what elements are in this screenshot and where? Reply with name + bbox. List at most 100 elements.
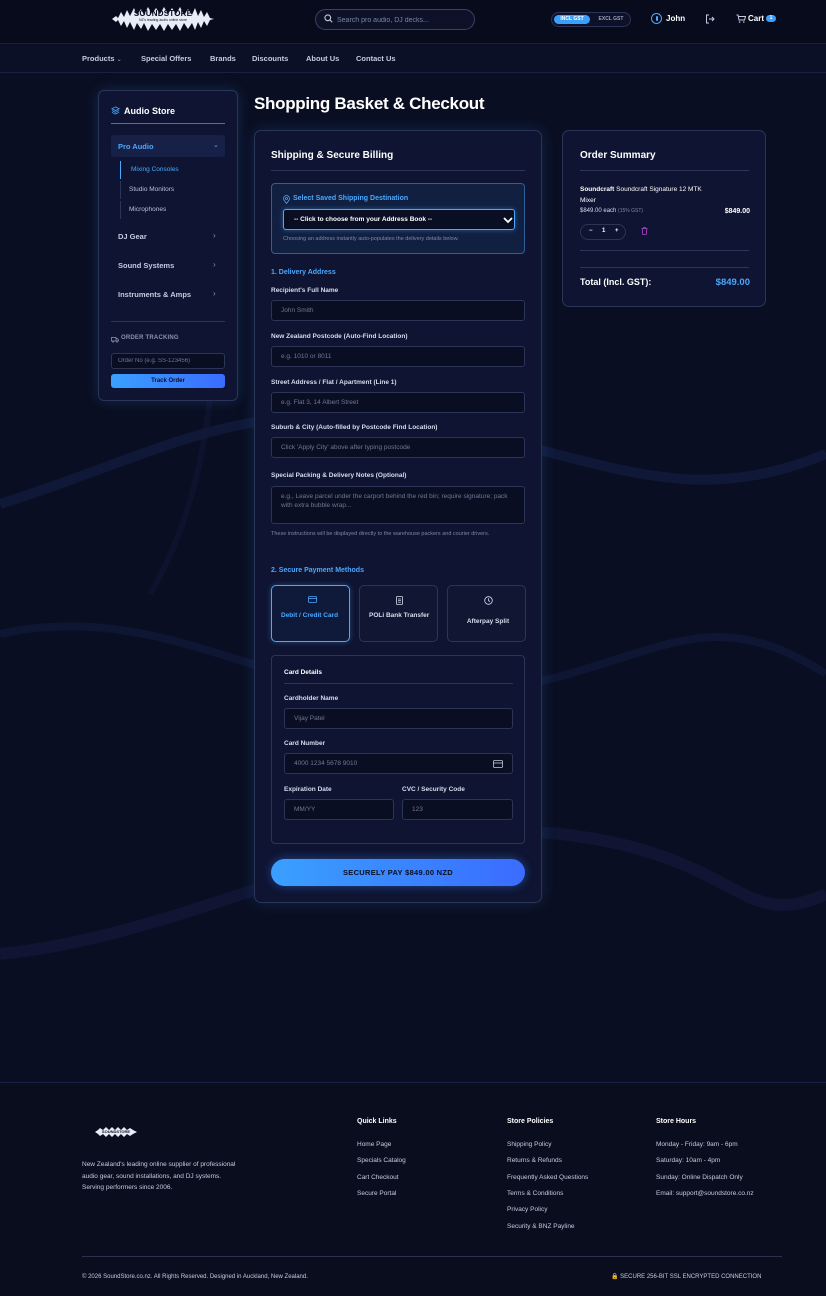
store-logo[interactable]: SOUNDSTORE NZ's leading audio online sto… (110, 4, 216, 34)
divider (111, 123, 225, 124)
cvc-input[interactable] (402, 799, 513, 820)
footer-link-faq[interactable]: Frequently Asked Questions (507, 1174, 588, 1181)
saved-destination-box: Select Saved Shipping Destination -- Cli… (271, 183, 525, 254)
chevron-down-icon: ⌄ (213, 142, 219, 149)
order-summary-panel: Order Summary Soundcraft Soundcraft Sign… (562, 130, 766, 307)
street-address-label: Street Address / Flat / Apartment (Line … (271, 379, 397, 386)
search-input[interactable] (337, 13, 469, 27)
chevron-right-icon: › (213, 260, 216, 269)
sidebar-item-label: DJ Gear (118, 232, 147, 241)
sidebar-item-sound-systems[interactable]: Sound Systems › (111, 259, 225, 273)
track-order-button[interactable]: Track Order (111, 374, 225, 388)
main-nav: Products ⌄ Special Offers Brands Discoun… (0, 45, 826, 73)
hours-weekday: Monday - Friday: 9am - 6pm (656, 1141, 738, 1148)
recipient-name-label: Recipient's Full Name (271, 287, 339, 294)
sidebar-item-dj-gear[interactable]: DJ Gear › (111, 230, 225, 244)
postcode-label: New Zealand Postcode (Auto-Find Location… (271, 333, 408, 340)
sidebar-sub-microphones[interactable]: Microphones (120, 201, 220, 219)
cardholder-name-input[interactable] (284, 708, 513, 729)
sidebar-item-label: Instruments & Amps (118, 290, 192, 299)
divider (580, 250, 749, 251)
divider (580, 170, 749, 171)
nav-contact-us[interactable]: Contact Us (356, 54, 396, 63)
sidebar-sub-label: Studio Monitors (129, 186, 175, 193)
footer-link-cart[interactable]: Cart Checkout (357, 1174, 399, 1181)
summary-line-total: $849.00 (724, 208, 750, 215)
footer-link-returns[interactable]: Returns & Refunds (507, 1157, 562, 1164)
qty-value: 1 (602, 228, 606, 234)
nav-brands[interactable]: Brands (210, 54, 236, 63)
summary-unit-price: $849.00 each (15% GST) (580, 208, 643, 214)
secure-pay-button[interactable]: SECURELY PAY $849.00 NZD (271, 859, 525, 886)
unit-price-text: $849.00 each (580, 208, 617, 214)
card-details-title: Card Details (284, 669, 322, 676)
chevron-right-icon: › (213, 289, 216, 298)
logout-icon[interactable] (705, 14, 715, 24)
total-value: $849.00 (715, 277, 750, 288)
support-email[interactable]: Email: support@soundstore.co.nz (656, 1190, 754, 1197)
nav-special-offers[interactable]: Special Offers (141, 54, 191, 63)
divider (580, 267, 749, 268)
trash-icon[interactable] (641, 227, 648, 235)
divider (284, 683, 513, 684)
footer-link-home[interactable]: Home Page (357, 1141, 391, 1148)
order-summary-title: Order Summary (580, 150, 656, 161)
total-label: Total (Incl. GST): (580, 277, 652, 287)
sidebar-sub-mixing-consoles[interactable]: Mixing Consoles (120, 161, 220, 179)
suburb-city-label: Suburb & City (Auto-filled by Postcode F… (271, 424, 438, 431)
footer-link-security[interactable]: Security & BNZ Payline (507, 1223, 575, 1230)
summary-item-brand: Soundcraft (580, 186, 615, 193)
footer-logo[interactable]: SOUNDSTORE (94, 1125, 138, 1139)
qty-increase-button[interactable]: + (615, 228, 619, 234)
section-payment-methods: 2. Secure Payment Methods (271, 567, 364, 574)
sidebar-sub-studio-monitors[interactable]: Studio Monitors (120, 181, 220, 199)
cvc-label: CVC / Security Code (402, 786, 465, 793)
delivery-notes-textarea[interactable] (271, 486, 525, 524)
footer-link-specials[interactable]: Specials Catalog (357, 1157, 406, 1164)
chevron-down-icon (503, 217, 513, 224)
gst-incl-option[interactable]: INCL GST (554, 15, 590, 24)
nav-discounts[interactable]: Discounts (252, 54, 288, 63)
store-policies-title: Store Policies (507, 1118, 554, 1125)
quantity-stepper: − 1 + (580, 224, 626, 240)
sidebar-item-label: Sound Systems (118, 261, 175, 270)
sidebar-item-instruments-amps[interactable]: Instruments & Amps › (111, 288, 225, 302)
sidebar-sub-label: Microphones (129, 206, 167, 213)
recipient-name-input[interactable] (271, 300, 525, 321)
chevron-right-icon: › (213, 231, 216, 240)
payment-option-afterpay[interactable]: Afterpay Split (447, 585, 526, 642)
divider (271, 170, 525, 171)
footer-link-shipping[interactable]: Shipping Policy (507, 1141, 551, 1148)
chevron-down-icon: ⌄ (116, 57, 122, 63)
map-pin-icon (283, 195, 290, 204)
payment-option-poli[interactable]: POLi Bank Transfer (359, 585, 438, 642)
summary-item-name: Soundcraft Soundcraft Signature 12 MTK M… (580, 184, 704, 206)
nav-products[interactable]: Products ⌄ (82, 54, 122, 63)
card-number-input[interactable] (284, 753, 513, 774)
address-book-select[interactable]: -- Click to choose from your Address Boo… (283, 209, 515, 230)
top-bar: SOUNDSTORE NZ's leading audio online sto… (0, 0, 826, 44)
nav-about-us[interactable]: About Us (306, 54, 339, 63)
postcode-input[interactable] (271, 346, 525, 367)
search-bar[interactable] (315, 9, 475, 30)
order-number-input[interactable] (111, 353, 225, 369)
gst-excl-option[interactable]: EXCL GST (594, 15, 628, 24)
card-details-box: Card Details Cardholder Name Card Number… (271, 655, 525, 844)
user-icon (651, 13, 662, 24)
sidebar-item-pro-audio[interactable]: Pro Audio ⌄ (111, 135, 225, 157)
payment-option-card[interactable]: Debit / Credit Card (271, 585, 350, 642)
footer-link-privacy[interactable]: Privacy Policy (507, 1206, 547, 1213)
gst-toggle[interactable]: INCL GST EXCL GST (551, 12, 631, 27)
card-number-label: Card Number (284, 740, 326, 747)
qty-decrease-button[interactable]: − (589, 228, 593, 234)
section-delivery-address: 1. Delivery Address (271, 269, 336, 276)
nav-products-label: Products (82, 54, 115, 63)
expiry-input[interactable] (284, 799, 394, 820)
footer-logo-text: SOUNDSTORE (101, 1129, 131, 1134)
copyright: © 2026 SoundStore.co.nz. All Rights Rese… (82, 1274, 308, 1280)
footer-link-terms[interactable]: Terms & Conditions (507, 1190, 563, 1197)
quick-links-title: Quick Links (357, 1118, 397, 1125)
suburb-city-input[interactable] (271, 437, 525, 458)
street-address-input[interactable] (271, 392, 525, 413)
footer-link-portal[interactable]: Secure Portal (357, 1190, 396, 1197)
